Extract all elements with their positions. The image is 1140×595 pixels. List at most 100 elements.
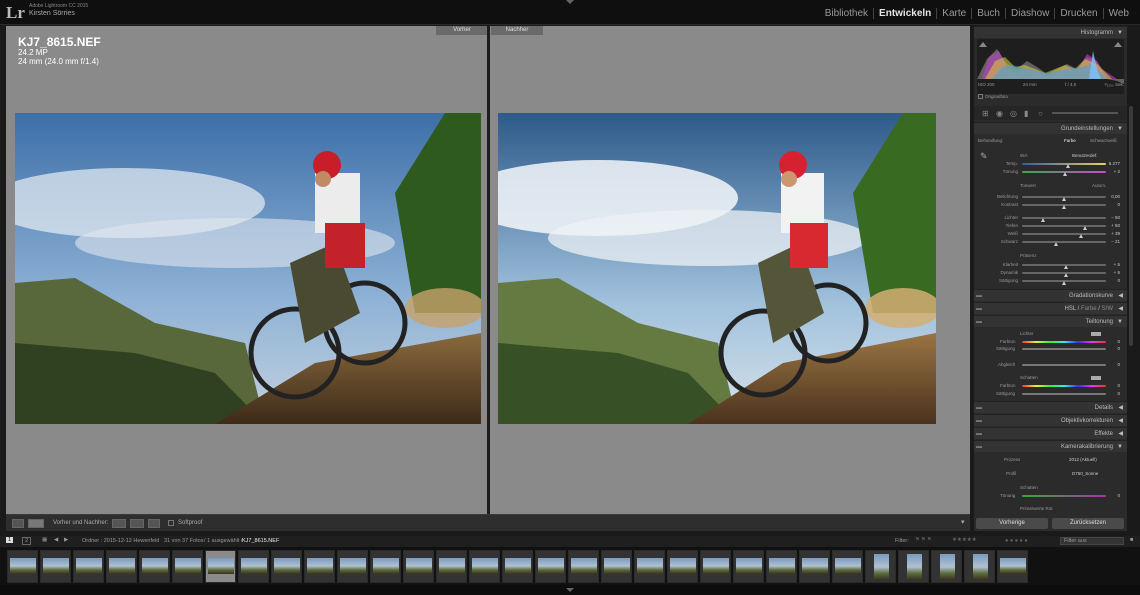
red-eye-tool-icon[interactable]: ◎ [1010, 109, 1017, 118]
before-after-view-button[interactable] [28, 519, 44, 528]
camera-calibration-header[interactable]: ▬ Kamerakalibrierung ▼ [974, 440, 1127, 452]
filmstrip-thumbnail[interactable] [700, 550, 731, 583]
swap-before-after-button[interactable] [148, 519, 160, 528]
collapse-top-icon[interactable] [566, 0, 574, 4]
reset-button[interactable]: Zurücksetzen [1052, 518, 1124, 529]
shadows-slider[interactable] [1022, 225, 1106, 227]
details-header[interactable]: ▬ Details ◀ [974, 401, 1127, 413]
loupe-view-button[interactable] [12, 519, 24, 528]
filter-dropdown[interactable]: Filter aus [1060, 537, 1124, 545]
filmstrip-thumbnail[interactable] [7, 550, 38, 583]
filmstrip-thumbnail[interactable] [238, 550, 269, 583]
tone-curve-toggle-icon[interactable]: ▬ [976, 290, 982, 302]
filmstrip-thumbnail[interactable] [799, 550, 830, 583]
clarity-slider-knob[interactable] [1063, 265, 1068, 269]
filmstrip-thumbnail[interactable] [931, 550, 962, 583]
highlights-value[interactable]: − 50 [1104, 215, 1120, 220]
spot-removal-tool-icon[interactable]: ◉ [996, 109, 1003, 118]
tone-curve-header[interactable]: ▬ Gradationskurve ◀ [974, 289, 1127, 301]
module-drucken[interactable]: Drucken [1054, 8, 1102, 19]
filmstrip-thumbnail[interactable] [898, 550, 929, 583]
split-toning-toggle-icon[interactable]: ▬ [976, 316, 982, 328]
filmstrip-thumbnail[interactable] [337, 550, 368, 583]
split-highlights-swatch[interactable] [1091, 332, 1101, 336]
window-1-button[interactable]: 1 [6, 537, 14, 543]
exposure-slider-knob[interactable] [1062, 197, 1066, 201]
source-path[interactable]: Ordner : 2015-12-12 Hewenfeld [82, 538, 159, 544]
treatment-bw-button[interactable]: Schwarzweiß [1090, 138, 1117, 143]
lens-corrections-header[interactable]: ▬ Objektivkorrekturen ◀ [974, 414, 1127, 426]
whites-slider-knob[interactable] [1078, 234, 1083, 238]
filmstrip-thumbnail[interactable] [535, 550, 566, 583]
filmstrip-thumbnail[interactable] [964, 550, 995, 583]
details-toggle-icon[interactable]: ▬ [976, 402, 982, 414]
filmstrip-thumbnail[interactable] [733, 550, 764, 583]
hsl-bw[interactable]: S/W [1102, 306, 1113, 312]
module-buch[interactable]: Buch [971, 8, 1005, 19]
previous-button[interactable]: Vorherige [976, 518, 1048, 529]
back-icon[interactable]: ◀ [54, 537, 58, 543]
module-bibliothek[interactable]: Bibliothek [820, 8, 873, 19]
filmstrip-thumbnail[interactable] [469, 550, 500, 583]
filmstrip-thumbnail[interactable] [766, 550, 797, 583]
process-dropdown[interactable]: 2012 (Aktuell) [1069, 457, 1097, 462]
module-karte[interactable]: Karte [936, 8, 971, 19]
filmstrip-thumbnail[interactable] [601, 550, 632, 583]
copy-before-to-after-button[interactable] [112, 519, 126, 528]
auto-tone-button[interactable]: Autom. [1092, 183, 1106, 188]
split-shadows-swatch[interactable] [1091, 376, 1101, 380]
shadows-slider-knob[interactable] [1083, 226, 1087, 230]
radial-filter-icon[interactable]: ○ [1038, 109, 1043, 118]
split-shadows-hue-slider[interactable] [1022, 385, 1106, 387]
blacks-slider[interactable] [1022, 241, 1106, 243]
whites-value[interactable]: + 39 [1104, 231, 1120, 236]
split-shadows-sat-slider[interactable] [1022, 393, 1106, 395]
filmstrip-thumbnail[interactable] [106, 550, 137, 583]
filter-lock-icon[interactable]: ■ [1130, 537, 1133, 543]
filmstrip-thumbnail[interactable] [634, 550, 665, 583]
calib-toggle-icon[interactable]: ▬ [976, 441, 982, 453]
basic-header[interactable]: Grundeinstellungen ▼ [974, 122, 1127, 134]
hsl-toggle-icon[interactable]: ▬ [976, 303, 982, 315]
effects-toggle-icon[interactable]: ▬ [976, 428, 982, 440]
before-photo[interactable] [15, 113, 481, 424]
shadows-value[interactable]: + 50 [1104, 223, 1120, 228]
histogram-header[interactable]: Histogramm ▼ [974, 26, 1127, 38]
effects-header[interactable]: ▬ Effekte ◀ [974, 427, 1127, 439]
treatment-color-button[interactable]: Farbe [1064, 138, 1076, 143]
exposure-value[interactable]: 0,00 [1104, 194, 1120, 199]
temp-slider[interactable] [1022, 163, 1106, 165]
original-photo-checkbox[interactable] [978, 94, 983, 99]
vibrance-slider-knob[interactable] [1063, 273, 1068, 277]
profile-dropdown[interactable]: D750_Sonne [1072, 471, 1098, 476]
after-photo[interactable] [498, 113, 936, 424]
toolbar-menu-icon[interactable]: ▾ [961, 518, 965, 526]
contrast-slider-knob[interactable] [1062, 205, 1066, 209]
grid-view-icon[interactable]: ▦ [42, 537, 47, 543]
temp-slider-knob[interactable] [1066, 164, 1071, 168]
split-balance-slider[interactable] [1022, 364, 1106, 366]
forward-icon[interactable]: ▶ [64, 537, 68, 543]
softproof-checkbox[interactable] [168, 520, 174, 526]
module-entwickeln[interactable]: Entwickeln [873, 8, 936, 19]
vibrance-value[interactable]: + 5 [1104, 270, 1120, 275]
adjustment-brush-slider[interactable] [1052, 112, 1118, 114]
saturation-value[interactable]: 0 [1104, 278, 1120, 283]
highlights-slider-knob[interactable] [1041, 218, 1045, 222]
window-2-button[interactable]: 2 [22, 537, 32, 545]
contrast-value[interactable]: 0 [1104, 202, 1120, 207]
flag-filter-icons[interactable]: ⚑⚑⚑ [915, 537, 933, 543]
blacks-value[interactable]: − 21 [1104, 239, 1120, 244]
right-panel-scrollbar[interactable] [1128, 26, 1134, 531]
filmstrip-thumbnail[interactable] [667, 550, 698, 583]
temp-value[interactable]: 6.277 [1104, 161, 1120, 166]
wb-dropdown[interactable]: Benutzerdef. [1072, 153, 1098, 158]
scrollbar-thumb[interactable] [1129, 106, 1133, 346]
filmstrip-thumbnail[interactable] [403, 550, 434, 583]
filmstrip-thumbnail[interactable] [73, 550, 104, 583]
tint-value[interactable]: + 2 [1104, 169, 1120, 174]
color-label-filter[interactable]: ● ● ● ● ● [1005, 538, 1028, 544]
highlights-slider[interactable] [1022, 217, 1106, 219]
crop-tool-icon[interactable]: ⊞ [982, 109, 989, 118]
filmstrip-thumbnail[interactable] [172, 550, 203, 583]
